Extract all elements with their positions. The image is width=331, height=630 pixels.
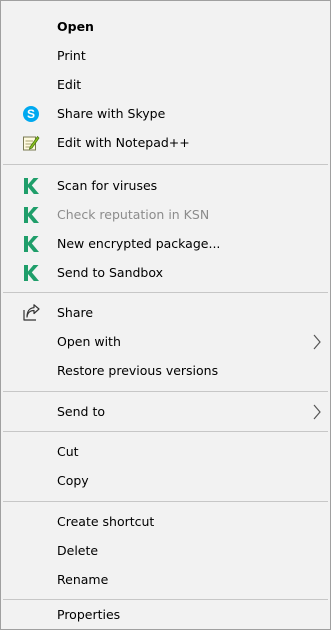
menu-item-new-encrypted-package-label: New encrypted package... <box>57 236 221 251</box>
notepad-plus-plus-icon <box>22 134 40 152</box>
menu-item-restore-previous-versions[interactable]: Restore previous versions <box>3 356 328 385</box>
menu-item-share[interactable]: Share <box>3 298 328 327</box>
menu-item-open-label: Open <box>57 19 94 34</box>
menu-separator <box>3 292 328 293</box>
menu-separator <box>3 164 328 165</box>
menu-item-send-to-sandbox-label: Send to Sandbox <box>57 265 164 280</box>
chevron-right-icon <box>312 334 322 350</box>
menu-item-restore-previous-versions-label: Restore previous versions <box>57 363 219 378</box>
menu-item-send-to-sandbox[interactable]: Send to Sandbox <box>3 258 328 287</box>
kaspersky-k-icon <box>22 177 40 195</box>
menu-item-rename-label: Rename <box>57 572 109 587</box>
menu-item-edit-label: Edit <box>57 77 82 92</box>
share-icon <box>22 304 40 322</box>
menu-separator <box>3 391 328 392</box>
menu-item-open[interactable]: Open <box>3 12 328 41</box>
menu-item-share-with-skype[interactable]: S Share with Skype <box>3 99 328 128</box>
menu-item-new-encrypted-package[interactable]: New encrypted package... <box>3 229 328 258</box>
menu-item-create-shortcut[interactable]: Create shortcut <box>3 507 328 536</box>
menu-separator <box>3 501 328 502</box>
kaspersky-k-icon <box>22 264 40 282</box>
menu-item-properties-label: Properties <box>57 607 121 622</box>
menu-item-check-reputation: Check reputation in KSN <box>3 200 328 229</box>
menu-item-open-with[interactable]: Open with <box>3 327 328 356</box>
kaspersky-k-icon <box>22 235 40 253</box>
kaspersky-k-icon <box>22 206 40 224</box>
menu-item-delete-label: Delete <box>57 543 99 558</box>
menu-item-send-to[interactable]: Send to <box>3 397 328 426</box>
menu-item-properties[interactable]: Properties <box>3 600 328 629</box>
chevron-right-icon <box>312 404 322 420</box>
menu-item-check-reputation-label: Check reputation in KSN <box>57 207 210 222</box>
menu-item-edit-with-notepad[interactable]: Edit with Notepad++ <box>3 128 328 157</box>
menu-item-copy[interactable]: Copy <box>3 466 328 495</box>
menu-item-share-with-skype-label: Share with Skype <box>57 106 166 121</box>
skype-icon: S <box>22 105 40 123</box>
menu-item-scan-for-viruses[interactable]: Scan for viruses <box>3 171 328 200</box>
menu-item-rename[interactable]: Rename <box>3 565 328 594</box>
menu-item-send-to-label: Send to <box>57 404 106 419</box>
menu-item-share-label: Share <box>57 305 94 320</box>
menu-item-edit-with-notepad-label: Edit with Notepad++ <box>57 135 190 150</box>
menu-item-copy-label: Copy <box>57 473 89 488</box>
menu-item-cut[interactable]: Cut <box>3 437 328 466</box>
menu-item-scan-for-viruses-label: Scan for viruses <box>57 178 158 193</box>
menu-item-delete[interactable]: Delete <box>3 536 328 565</box>
menu-item-edit[interactable]: Edit <box>3 70 328 99</box>
menu-separator <box>3 431 328 432</box>
context-menu: Open Print Edit S Share with Skype Edit … <box>0 0 331 630</box>
menu-item-create-shortcut-label: Create shortcut <box>57 514 155 529</box>
menu-item-print-label: Print <box>57 48 86 63</box>
menu-item-open-with-label: Open with <box>57 334 121 349</box>
menu-item-cut-label: Cut <box>57 444 79 459</box>
svg-text:S: S <box>27 107 35 121</box>
menu-item-print[interactable]: Print <box>3 41 328 70</box>
